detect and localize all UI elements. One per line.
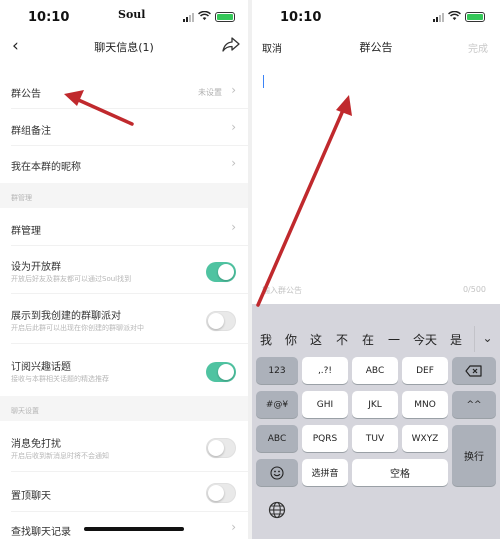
group-announcement-screen: 10:10 取消 群公告 完成 输入群公告 0/500 我 你 这 不 在 一 … — [252, 0, 500, 539]
annotation-arrow-icon — [64, 90, 134, 126]
annotation-arrow-icon — [256, 95, 352, 307]
group-chat-info-screen: 10:10 Soul ‹ 聊天信息(1) 群公告 未设置 › 群组备注 › 我在… — [0, 0, 248, 539]
